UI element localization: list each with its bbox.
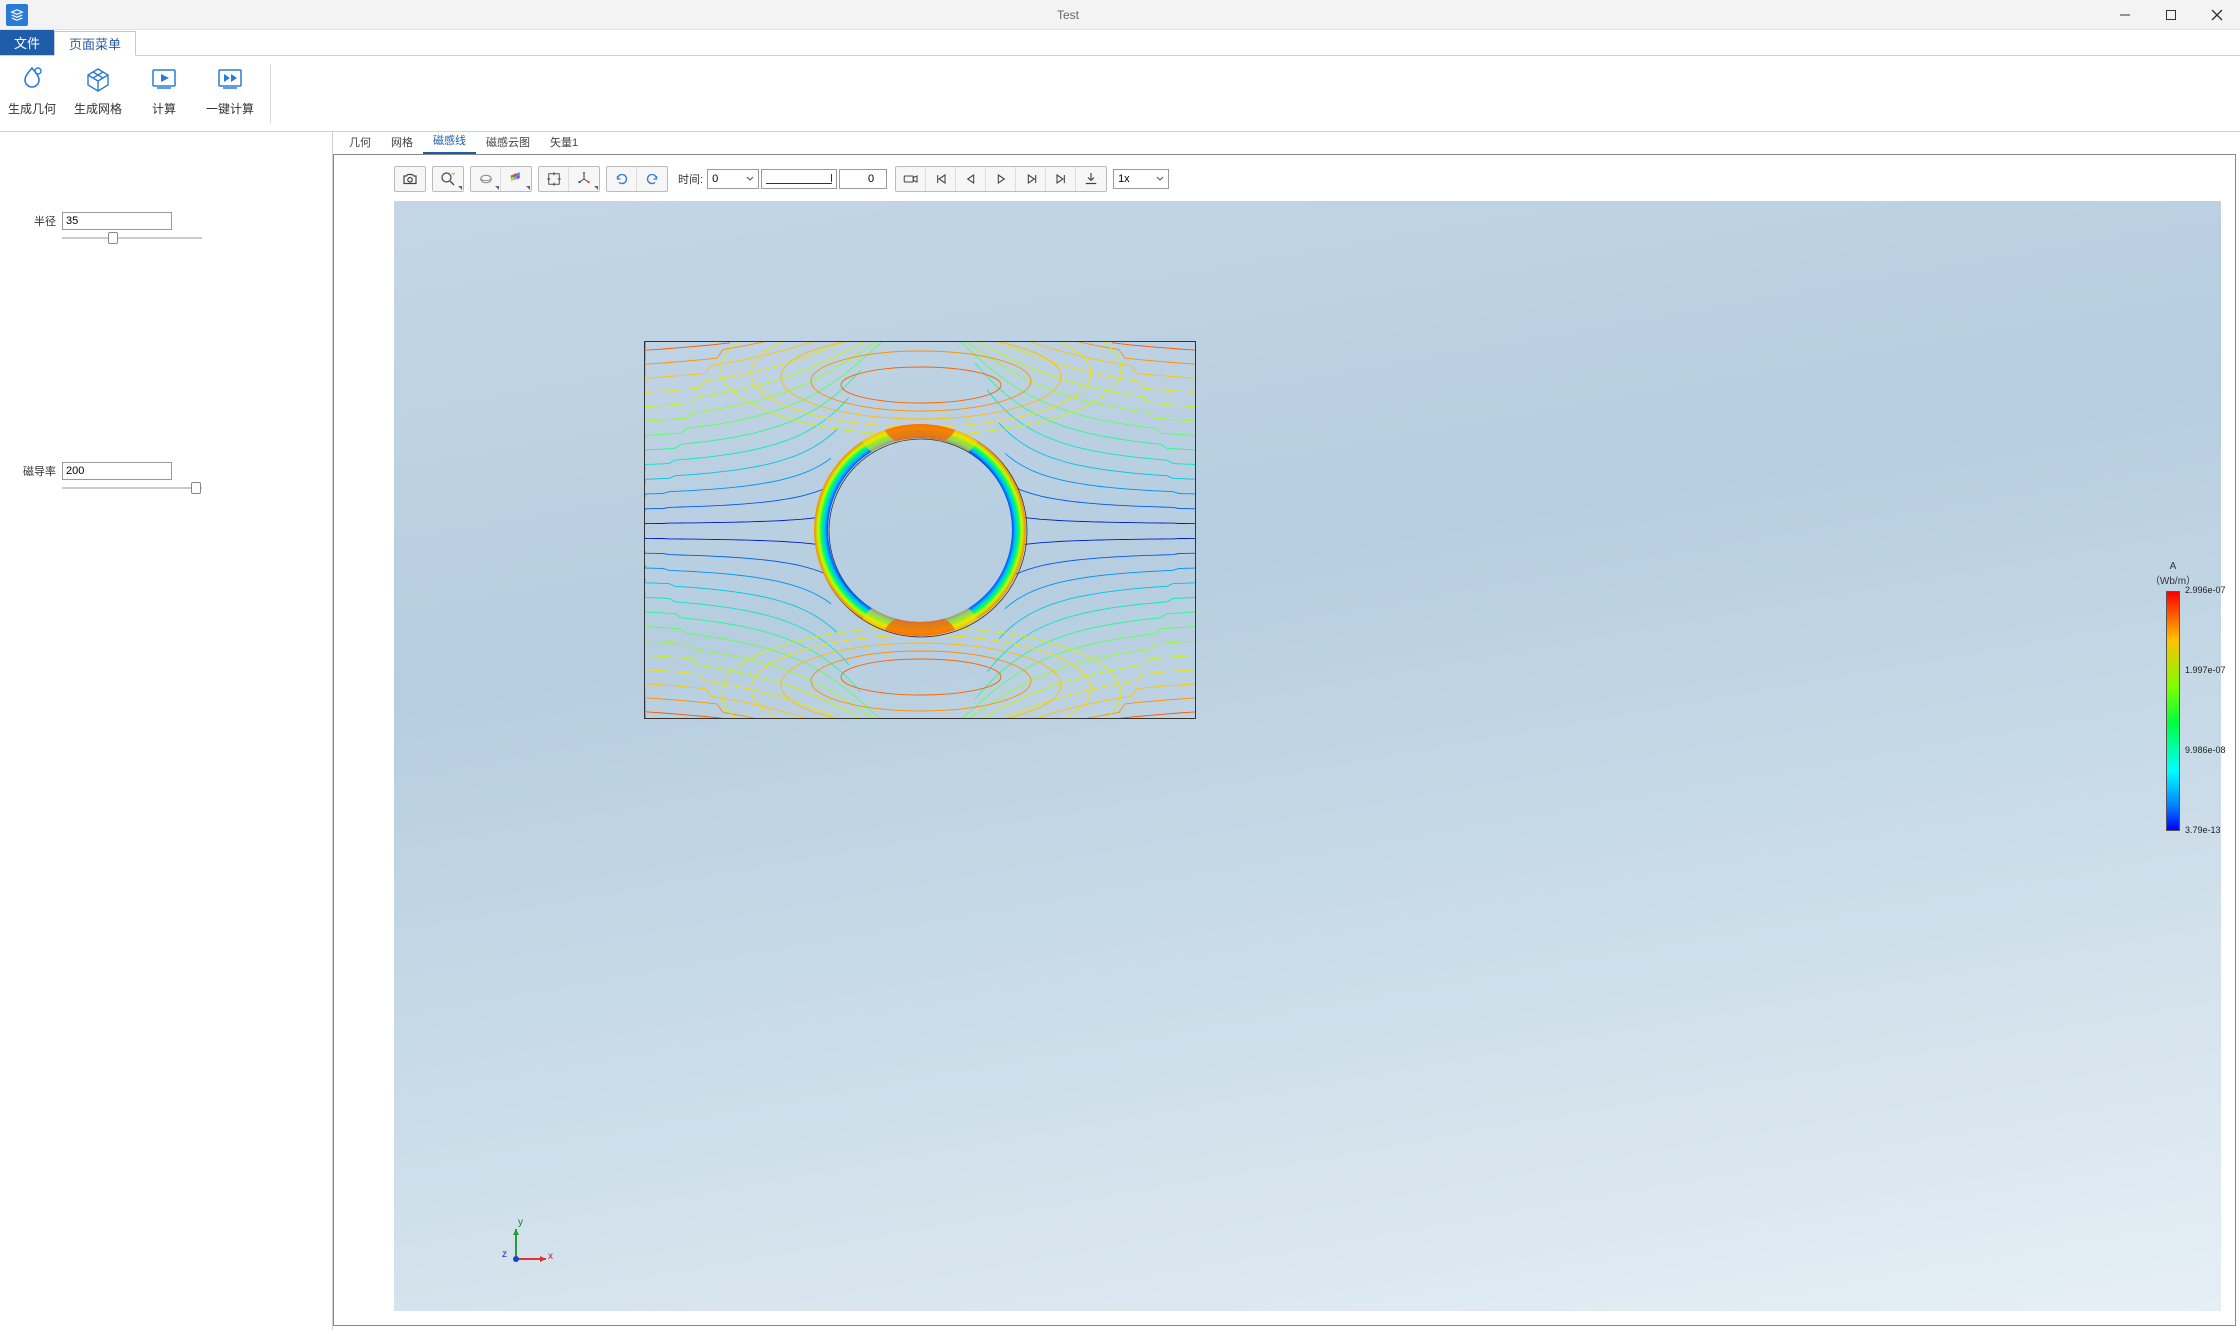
fit-view-button[interactable]	[539, 167, 569, 191]
tab-0[interactable]: 几何	[339, 132, 381, 154]
separator	[270, 64, 271, 123]
gen-geometry-button[interactable]: 生成几何	[4, 62, 60, 125]
zoom-tool-button[interactable]	[433, 167, 463, 191]
speed-value: 1x	[1118, 173, 1130, 185]
permeability-label: 磁导率	[20, 463, 56, 479]
permeability-slider[interactable]	[62, 484, 202, 492]
slider-thumb[interactable]	[108, 232, 118, 244]
compute-button[interactable]: 计算	[136, 62, 192, 125]
compute-icon	[147, 62, 181, 96]
slider-thumb[interactable]	[191, 482, 201, 494]
axis-z-label: z	[502, 1249, 507, 1260]
first-frame-button[interactable]	[926, 167, 956, 191]
tab-4[interactable]: 矢量1	[540, 132, 588, 154]
one-click-compute-icon	[213, 62, 247, 96]
one-click-compute-label: 一键计算	[206, 100, 254, 117]
permeability-field: 磁导率	[20, 462, 312, 480]
record-button[interactable]	[896, 167, 926, 191]
gen-mesh-button[interactable]: 生成网格	[70, 62, 126, 125]
legend-min: 3.79e-13	[2185, 825, 2221, 835]
menu-file[interactable]: 文件	[0, 30, 54, 55]
window-title: Test	[34, 8, 2102, 22]
export-animation-button[interactable]	[1076, 167, 1106, 191]
radius-input[interactable]	[62, 212, 172, 230]
axis-x-label: x	[548, 1251, 553, 1262]
rotate-ccw-button[interactable]	[607, 167, 637, 191]
rotate-cw-button[interactable]	[637, 167, 667, 191]
radius-slider[interactable]	[62, 234, 202, 242]
play-button[interactable]	[986, 167, 1016, 191]
time-value: 0	[712, 173, 718, 185]
tab-3[interactable]: 磁感云图	[476, 132, 540, 154]
frame-input[interactable]	[839, 169, 887, 189]
legend-colorbar	[2166, 591, 2180, 831]
canvas-wrap: 时间: 0 1x	[333, 154, 2236, 1326]
colormap-button[interactable]	[501, 167, 531, 191]
legend-t3: 9.986e-08	[2185, 745, 2226, 755]
time-graph[interactable]	[761, 169, 837, 189]
time-select[interactable]: 0	[707, 169, 759, 189]
prev-frame-button[interactable]	[956, 167, 986, 191]
tab-1[interactable]: 网格	[381, 132, 423, 154]
mesh-cube-icon	[81, 62, 115, 96]
chevron-down-icon	[1156, 175, 1164, 183]
axis-y-label: y	[518, 1217, 523, 1228]
viewport[interactable]: A （Wb/m） 2.996e-07 1.997e-07 9.986e-08 3…	[394, 201, 2221, 1311]
camera-snapshot-button[interactable]	[395, 167, 425, 191]
maximize-button[interactable]	[2148, 0, 2194, 30]
legend-title: A	[2143, 561, 2203, 572]
permeability-input[interactable]	[62, 462, 172, 480]
gen-mesh-label: 生成网格	[74, 100, 122, 117]
transparency-button[interactable]	[471, 167, 501, 191]
droplet-icon	[15, 62, 49, 96]
plot-tabs: 几何网格磁感线磁感云图矢量1	[333, 132, 2240, 154]
menu-bar: 文件 页面菜单	[0, 30, 2240, 56]
title-bar: Test	[0, 0, 2240, 30]
ribbon: 生成几何 生成网格 计算 一键计算	[0, 56, 2240, 132]
axis-orientation-button[interactable]	[569, 167, 599, 191]
close-button[interactable]	[2194, 0, 2240, 30]
legend-max: 2.996e-07	[2185, 585, 2226, 595]
last-frame-button[interactable]	[1046, 167, 1076, 191]
gen-geometry-label: 生成几何	[8, 100, 56, 117]
radius-label: 半径	[20, 213, 56, 229]
compute-label: 计算	[152, 100, 176, 117]
window-controls	[2102, 0, 2240, 30]
color-legend: A （Wb/m） 2.996e-07 1.997e-07 9.986e-08 3…	[2143, 561, 2203, 835]
menu-page[interactable]: 页面菜单	[54, 31, 136, 56]
radius-field: 半径	[20, 212, 312, 230]
one-click-compute-button[interactable]: 一键计算	[202, 62, 258, 125]
ring-overlay	[644, 341, 1196, 719]
tab-2[interactable]: 磁感线	[423, 130, 476, 154]
sidebar: 半径 磁导率	[0, 132, 333, 1330]
chevron-down-icon	[746, 175, 754, 183]
time-label: 时间:	[678, 171, 703, 187]
main-area: 几何网格磁感线磁感云图矢量1	[333, 132, 2240, 1330]
minimize-button[interactable]	[2102, 0, 2148, 30]
axis-triad: x y z	[504, 1221, 554, 1271]
next-frame-button[interactable]	[1016, 167, 1046, 191]
speed-select[interactable]: 1x	[1113, 169, 1169, 189]
body: 半径 磁导率 几何网格磁感线磁感云图矢量1	[0, 132, 2240, 1330]
app-icon	[6, 4, 28, 26]
legend-t2: 1.997e-07	[2185, 665, 2226, 675]
viewport-toolbar: 时间: 0 1x	[394, 165, 1169, 193]
